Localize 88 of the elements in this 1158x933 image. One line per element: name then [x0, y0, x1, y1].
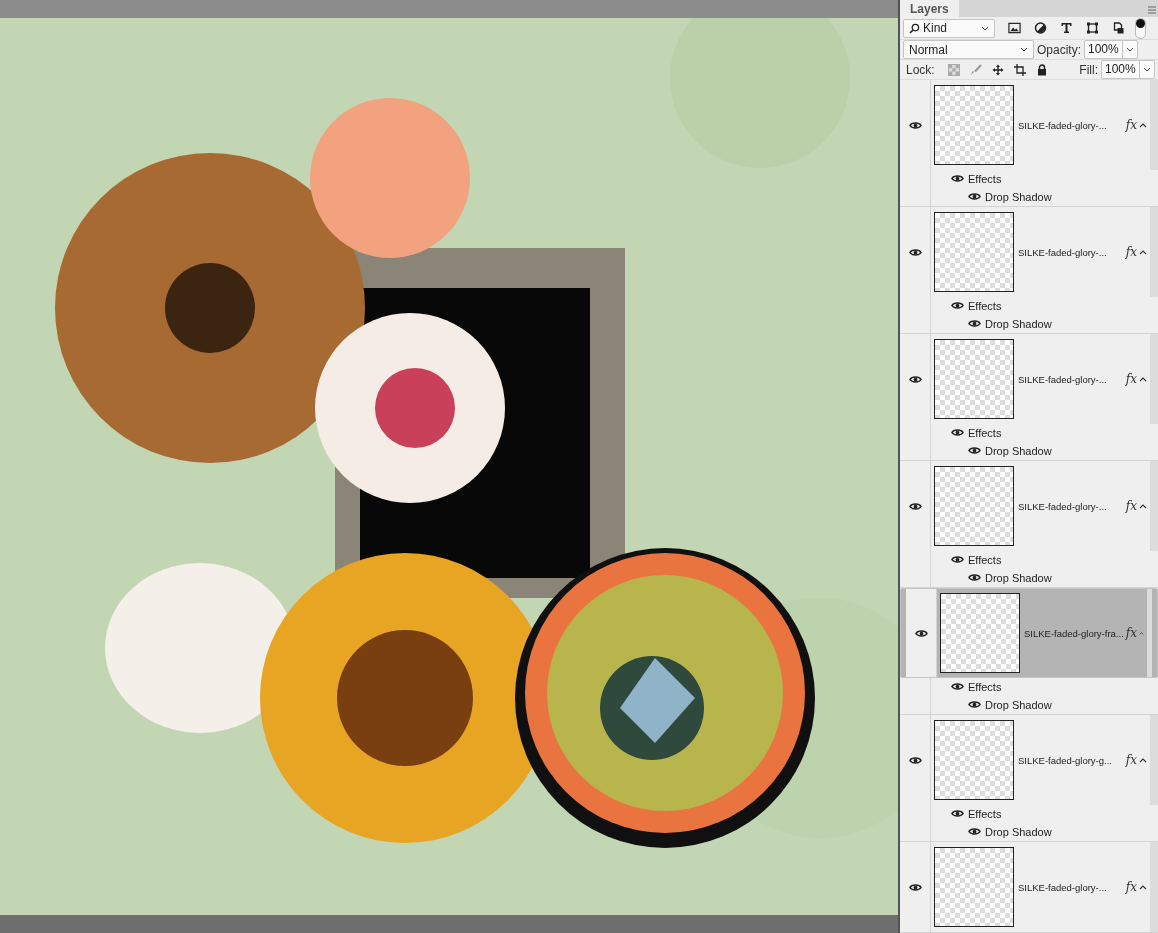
- scrollbar-track[interactable]: [1147, 589, 1152, 677]
- layer-name: SILKE-faded-glory-...: [1018, 119, 1108, 131]
- filter-toggle[interactable]: [1135, 17, 1146, 39]
- scrollbar-track[interactable]: [1150, 334, 1158, 424]
- opacity-field[interactable]: 100%: [1084, 40, 1138, 59]
- layer-row[interactable]: SILKE-faded-glory-g... fx: [900, 715, 1158, 805]
- caret-icon[interactable]: [1139, 757, 1147, 763]
- effect-name: Drop Shadow: [985, 825, 1052, 838]
- eye-icon[interactable]: [968, 319, 981, 328]
- eye-icon[interactable]: [914, 628, 928, 638]
- effects-label: Effects: [968, 553, 1002, 566]
- eye-icon[interactable]: [908, 882, 922, 892]
- layer-name: SILKE-faded-glory-fra...: [1024, 627, 1124, 639]
- fx-label: fx: [1125, 626, 1137, 640]
- eye-icon[interactable]: [951, 809, 964, 818]
- lock-icon[interactable]: [1035, 63, 1048, 76]
- fx-label: fx: [1125, 118, 1137, 132]
- opacity-label: Opacity:: [1037, 42, 1081, 57]
- fill-label: Fill:: [1079, 62, 1098, 77]
- eye-icon[interactable]: [951, 301, 964, 310]
- effect-name: Drop Shadow: [985, 571, 1052, 584]
- caret-icon[interactable]: [1139, 249, 1147, 255]
- layer-row[interactable]: SILKE-faded-glory-... fx: [900, 461, 1158, 551]
- fx-label: fx: [1125, 753, 1137, 767]
- scrollbar-track[interactable]: [1150, 461, 1158, 551]
- caret-icon[interactable]: [1126, 47, 1134, 52]
- caret-icon[interactable]: [1139, 884, 1147, 890]
- eye-icon[interactable]: [908, 501, 922, 511]
- layer-row[interactable]: SILKE-faded-glory-... fx: [900, 207, 1158, 297]
- adjustment-circle-icon[interactable]: [1034, 22, 1047, 35]
- layer-row[interactable]: SILKE-faded-glory-... fx: [900, 334, 1158, 424]
- layer-name: SILKE-faded-glory-...: [1018, 881, 1108, 893]
- move-arrows-icon[interactable]: [991, 63, 1004, 76]
- blend-mode-dropdown[interactable]: Normal: [903, 40, 1034, 59]
- effects-label: Effects: [968, 807, 1002, 820]
- caret-icon: [1020, 47, 1028, 52]
- scrollbar-track[interactable]: [1150, 80, 1158, 170]
- eye-icon[interactable]: [908, 247, 922, 257]
- caret-icon[interactable]: [1139, 122, 1147, 128]
- layers-tab[interactable]: Layers: [900, 0, 959, 18]
- eye-icon[interactable]: [968, 446, 981, 455]
- effect-name: Drop Shadow: [985, 698, 1052, 711]
- effects-label: Effects: [968, 680, 1002, 693]
- layer-row[interactable]: SILKE-faded-glory-... fx: [900, 842, 1158, 932]
- layer-name: SILKE-faded-glory-g...: [1018, 754, 1113, 766]
- fill-field[interactable]: 100%: [1101, 60, 1155, 79]
- eye-icon[interactable]: [951, 174, 964, 183]
- effect-name: Drop Shadow: [985, 190, 1052, 203]
- effects-label: Effects: [968, 426, 1002, 439]
- eye-icon[interactable]: [968, 573, 981, 582]
- effects-label: Effects: [968, 172, 1002, 185]
- caret-icon: [981, 25, 989, 31]
- fx-label: fx: [1125, 372, 1137, 386]
- checkerboard-icon[interactable]: [947, 63, 960, 76]
- layer-name: SILKE-faded-glory-...: [1018, 373, 1108, 385]
- eye-icon[interactable]: [951, 428, 964, 437]
- effect-name: Drop Shadow: [985, 444, 1052, 457]
- eye-icon[interactable]: [908, 755, 922, 765]
- crop-frame-icon[interactable]: [1013, 63, 1026, 76]
- effect-name: Drop Shadow: [985, 317, 1052, 330]
- effects-label: Effects: [968, 299, 1002, 312]
- fx-label: fx: [1125, 499, 1137, 513]
- layer-name: SILKE-faded-glory-...: [1018, 246, 1108, 258]
- transform-icon[interactable]: [1086, 22, 1099, 35]
- layer-name: SILKE-faded-glory-...: [1018, 500, 1108, 512]
- eye-icon[interactable]: [968, 827, 981, 836]
- fx-label: fx: [1125, 880, 1137, 894]
- eye-icon[interactable]: [908, 374, 922, 384]
- eye-icon[interactable]: [968, 192, 981, 201]
- eye-icon[interactable]: [951, 682, 964, 691]
- eye-icon[interactable]: [908, 120, 922, 130]
- image-icon[interactable]: [1008, 22, 1021, 35]
- layer-row[interactable]: SILKE-faded-glory-... fx: [900, 80, 1158, 170]
- scrollbar-track[interactable]: [1150, 715, 1158, 805]
- type-icon[interactable]: [1060, 22, 1073, 35]
- eye-icon[interactable]: [968, 700, 981, 709]
- fx-label: fx: [1125, 245, 1137, 259]
- scrollbar-track[interactable]: [1150, 842, 1158, 932]
- lock-label: Lock:: [906, 62, 935, 77]
- search-icon: [909, 22, 920, 34]
- eye-icon[interactable]: [951, 555, 964, 564]
- caret-icon[interactable]: [1139, 376, 1147, 382]
- smart-object-icon[interactable]: [1112, 22, 1125, 35]
- layer-row[interactable]: SILKE-faded-glory-fra... fx: [900, 588, 1158, 678]
- filter-dropdown[interactable]: Kind: [903, 18, 995, 38]
- caret-icon[interactable]: [1139, 503, 1147, 509]
- scrollbar-track[interactable]: [1150, 207, 1158, 297]
- caret-icon[interactable]: [1143, 67, 1151, 72]
